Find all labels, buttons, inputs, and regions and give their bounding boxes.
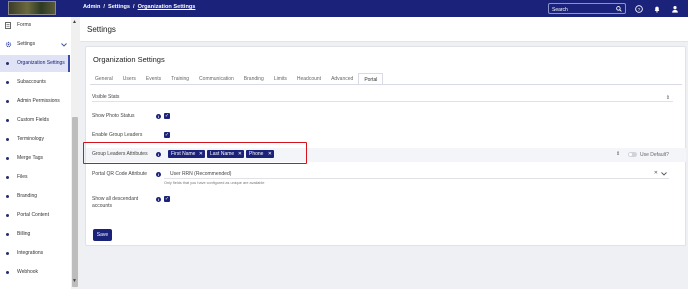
save-button[interactable]: Save <box>93 229 112 241</box>
enable-group-leaders-checkbox[interactable]: ✓ <box>164 132 170 138</box>
sidebar-item-integrations[interactable]: Integrations <box>0 245 70 262</box>
sidebar-item-organization-settings[interactable]: Organization Settings <box>0 55 70 72</box>
bullet-icon <box>6 271 9 274</box>
breadcrumb-admin[interactable]: Admin <box>83 4 100 10</box>
sidebar: Forms Settings Organization Settings Sub… <box>0 17 79 289</box>
page-title: Settings <box>87 25 116 34</box>
show-photo-status-checkbox[interactable]: ✓ <box>164 113 170 119</box>
select-arrows-icon[interactable]: ⇕ <box>616 151 620 157</box>
portal-qr-code-help-text: Only fields that you have configured as … <box>164 181 265 185</box>
organization-logo[interactable] <box>8 1 56 15</box>
sidebar-item-terminology[interactable]: Terminology <box>0 131 70 148</box>
bullet-icon <box>6 119 9 122</box>
sidebar-item-label: Organization Settings <box>17 60 65 66</box>
sidebar-item-label: Forms <box>17 22 32 28</box>
sidebar-item-label: Webhook <box>17 269 39 275</box>
chevron-down-icon[interactable] <box>661 172 667 176</box>
portal-qr-code-select[interactable]: User RRN (Recommended) ✕ <box>164 169 669 179</box>
breadcrumb: Admin / Settings / Organization Settings <box>83 4 196 10</box>
bullet-icon <box>6 214 9 217</box>
portal-qr-code-attribute-label: Portal QR Code Attribute <box>92 171 148 177</box>
show-photo-status-label: Show Photo Status <box>92 113 135 119</box>
tab-divider <box>90 84 682 85</box>
breadcrumb-settings[interactable]: Settings <box>108 4 130 10</box>
sidebar-item-admin-permissions[interactable]: Admin Permissions <box>0 93 70 110</box>
breadcrumb-organization-settings[interactable]: Organization Settings <box>138 4 196 10</box>
visible-stats-label: Visible Stats <box>92 94 120 100</box>
bullet-icon <box>6 62 9 65</box>
sidebar-item-label: Merge Tags <box>17 155 44 161</box>
sidebar-item-files[interactable]: Files <box>0 169 70 186</box>
chevron-down-icon[interactable] <box>61 43 67 47</box>
sidebar-item-custom-fields[interactable]: Custom Fields <box>0 112 70 129</box>
sidebar-item-label: Settings <box>17 41 36 47</box>
search-box[interactable] <box>548 3 626 14</box>
scroll-up-arrow-icon[interactable]: ▲ <box>72 19 77 25</box>
select-arrows-icon[interactable]: ⇕ <box>666 95 670 101</box>
bullet-icon <box>6 138 9 141</box>
sidebar-item-label: Files <box>17 174 28 180</box>
bullet-icon <box>6 195 9 198</box>
search-icon[interactable] <box>616 6 622 12</box>
info-icon[interactable]: i <box>156 197 161 202</box>
svg-text:?: ? <box>637 6 640 12</box>
bell-icon[interactable] <box>652 4 661 13</box>
show-all-descendant-label: Show all descendant <box>92 196 139 202</box>
gear-icon <box>5 41 12 48</box>
sidebar-item-label: Terminology <box>17 136 44 142</box>
sidebar-item-label: Billing <box>17 231 31 237</box>
user-avatar-icon[interactable] <box>670 4 679 13</box>
info-icon[interactable]: i <box>156 114 161 119</box>
sidebar-item-webhook[interactable]: Webhook <box>0 264 70 281</box>
scroll-down-arrow-icon[interactable]: ▼ <box>72 278 77 284</box>
help-icon[interactable]: ? <box>634 4 643 13</box>
sidebar-item-label: Integrations <box>17 250 44 256</box>
bullet-icon <box>6 252 9 255</box>
use-default-toggle[interactable] <box>628 152 637 157</box>
bullet-icon <box>6 233 9 236</box>
search-input[interactable] <box>552 6 612 13</box>
sidebar-scrollbar-thumb[interactable] <box>72 117 78 287</box>
show-all-descendant-label-line2: accounts <box>92 203 113 209</box>
show-all-descendant-checkbox[interactable]: ✓ <box>164 196 170 202</box>
page-header: Settings <box>80 17 688 42</box>
highlight-box <box>83 142 307 164</box>
sidebar-scrollbar[interactable]: ▲ ▼ <box>71 17 79 289</box>
bullet-icon <box>6 157 9 160</box>
sidebar-item-label: Branding <box>17 193 38 199</box>
sidebar-item-label: Portal Content <box>17 212 49 218</box>
enable-group-leaders-label: Enable Group Leaders <box>92 132 143 138</box>
use-default-label: Use Default? <box>640 152 669 158</box>
sidebar-item-billing[interactable]: Billing <box>0 226 70 243</box>
clear-icon[interactable]: ✕ <box>654 170 658 176</box>
sidebar-item-portal-content[interactable]: Portal Content <box>0 207 70 224</box>
bullet-icon <box>6 176 9 179</box>
sidebar-item-merge-tags[interactable]: Merge Tags <box>0 150 70 167</box>
card-title: Organization Settings <box>93 55 165 64</box>
info-icon[interactable]: i <box>156 172 161 177</box>
sidebar-item-forms[interactable]: Forms <box>0 17 70 34</box>
bullet-icon <box>6 81 9 84</box>
visible-stats-select[interactable]: Visible Stats ⇕ <box>92 93 673 102</box>
top-navbar: Admin/Settings/Organization Settings ? <box>0 0 688 17</box>
portal-qr-code-value: User RRN (Recommended) <box>170 171 232 177</box>
sidebar-item-label: Custom Fields <box>17 117 49 123</box>
bullet-icon <box>6 100 9 103</box>
sidebar-item-subaccounts[interactable]: Subaccounts <box>0 74 70 91</box>
sidebar-item-settings[interactable]: Settings <box>0 36 70 53</box>
sidebar-item-label: Subaccounts <box>17 79 46 85</box>
forms-icon <box>5 22 11 29</box>
sidebar-item-label: Admin Permissions <box>17 98 60 104</box>
sidebar-item-branding[interactable]: Branding <box>0 188 70 205</box>
